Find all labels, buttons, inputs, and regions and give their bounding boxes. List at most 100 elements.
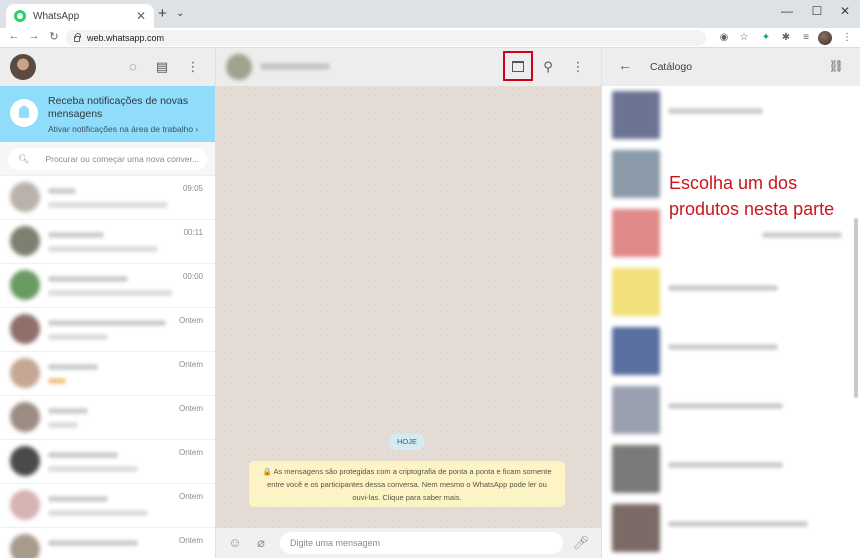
chat-list-item[interactable]: Ontem: [0, 308, 215, 352]
catalog-button[interactable]: [503, 51, 533, 81]
chat-time: Ontem: [178, 448, 203, 457]
bell-off-icon: [10, 99, 38, 127]
contact-name[interactable]: [260, 63, 330, 70]
avatar: [10, 270, 40, 300]
tab-whatsapp[interactable]: WhatsApp ✕: [6, 4, 154, 28]
catalog-item[interactable]: [602, 86, 860, 145]
chat-time: 00:11: [183, 228, 203, 237]
avatar: [10, 182, 40, 212]
menu-icon[interactable]: ⋮: [184, 58, 202, 76]
profile-avatar[interactable]: [818, 31, 832, 45]
product-thumbnail: [612, 268, 660, 316]
chat-list-item[interactable]: Ontem: [0, 352, 215, 396]
encryption-notice[interactable]: 🔒 As mensagens são protegidas com a crip…: [249, 461, 565, 507]
back-arrow-icon[interactable]: ←: [618, 57, 632, 73]
date-chip: HOJE: [390, 434, 424, 450]
back-icon[interactable]: ←: [6, 30, 22, 42]
maximize-icon[interactable]: ☐: [802, 4, 832, 18]
product-thumbnail: [612, 445, 660, 493]
conversation-pane: ⚲ ⋮ HOJE 🔒 As mensagens são protegidas c…: [216, 48, 601, 558]
browser-toolbar: ← → ↻ web.whatsapp.com ◉ ☆ ✦ ✱ ≡ ⋮: [0, 28, 860, 48]
microphone-icon[interactable]: 🎤︎: [572, 534, 590, 552]
storefront-icon: [512, 61, 524, 72]
notification-title: Receba notificações de novas mensagens: [48, 95, 189, 120]
chat-list-item[interactable]: Ontem: [0, 528, 215, 558]
chat-list-item[interactable]: Ontem: [0, 440, 215, 484]
menu-icon[interactable]: ⋮: [569, 58, 587, 76]
chevron-down-icon[interactable]: ⌄: [176, 8, 184, 19]
chat-list-item[interactable]: Ontem: [0, 396, 215, 440]
compose-bar: ☺ ⌀ Digite uma mensagem 🎤︎: [216, 528, 601, 558]
avatar: [10, 534, 40, 558]
link-icon[interactable]: ⛓: [829, 59, 844, 73]
callout-line-1: Escolha um dos: [669, 173, 798, 193]
lock-icon: [74, 33, 81, 42]
avatar[interactable]: [10, 54, 36, 80]
chat-list-pane: ◌ ▤ ⋮ Receba notificações de novas mensa…: [0, 48, 216, 558]
address-bar[interactable]: web.whatsapp.com: [66, 30, 706, 46]
conversation-header: ⚲ ⋮: [216, 48, 601, 86]
chat-list-item[interactable]: 00:00: [0, 264, 215, 308]
close-window-icon[interactable]: ✕: [830, 4, 860, 18]
extension-icon[interactable]: ◉: [717, 31, 731, 45]
tab-strip: WhatsApp ✕ + ⌄ — ☐ ✕: [0, 0, 860, 28]
chat-time: Ontem: [178, 536, 203, 545]
chat-list-item[interactable]: 00:11: [0, 220, 215, 264]
product-thumbnail: [612, 386, 660, 434]
reload-icon[interactable]: ↻: [46, 30, 62, 43]
catalog-item[interactable]: [602, 381, 860, 440]
avatar: [10, 226, 40, 256]
forward-icon[interactable]: →: [26, 30, 42, 42]
avatar[interactable]: [226, 54, 252, 80]
catalog-item[interactable]: [602, 322, 860, 381]
product-thumbnail: [612, 91, 660, 139]
close-tab-icon[interactable]: ✕: [136, 10, 146, 22]
product-thumbnail: [612, 150, 660, 198]
annotation-callout: Escolha um dos produtos nesta parte: [669, 170, 834, 222]
catalog-title: Catálogo: [650, 61, 693, 73]
chat-time: Ontem: [178, 360, 203, 369]
status-icon[interactable]: ◌: [124, 58, 142, 76]
avatar: [10, 358, 40, 388]
product-thumbnail: [612, 504, 660, 552]
extension-green-icon[interactable]: ✦: [759, 31, 773, 45]
new-tab-icon[interactable]: +: [158, 6, 167, 21]
notification-banner[interactable]: Receba notificações de novas mensagens A…: [0, 86, 215, 142]
catalog-header: ← Catálogo ⛓: [602, 48, 860, 86]
attach-icon[interactable]: ⌀: [252, 534, 270, 552]
reading-list-icon[interactable]: ≡: [799, 31, 813, 45]
search-input[interactable]: 🔍︎ Procurar ou começar uma nova conver..…: [8, 148, 207, 170]
scrollbar[interactable]: [854, 218, 858, 398]
search-placeholder: Procurar ou começar uma nova conver...: [45, 154, 199, 164]
avatar: [10, 402, 40, 432]
message-area: HOJE 🔒 As mensagens são protegidas com a…: [216, 86, 601, 528]
catalog-pane: ← Catálogo ⛓ Escolha um dos produtos nes…: [601, 48, 860, 558]
catalog-item[interactable]: [602, 263, 860, 322]
chat-list-item[interactable]: Ontem: [0, 484, 215, 528]
chat-time: 09:05: [182, 184, 203, 193]
whatsapp-favicon-icon: [14, 10, 26, 22]
enable-notifications-link[interactable]: Ativar notificações na área de trabalho …: [48, 124, 198, 134]
avatar: [10, 314, 40, 344]
browser-window: WhatsApp ✕ + ⌄ — ☐ ✕ ← → ↻ web.whatsapp.…: [0, 0, 860, 558]
search-icon[interactable]: ⚲: [539, 58, 557, 76]
catalog-item[interactable]: [602, 499, 860, 558]
message-input[interactable]: Digite uma mensagem: [280, 532, 563, 554]
product-thumbnail: [612, 209, 660, 257]
chat-time: Ontem: [178, 492, 203, 501]
avatar: [10, 490, 40, 520]
catalog-item[interactable]: [602, 440, 860, 499]
minimize-icon[interactable]: —: [772, 4, 802, 18]
callout-line-2: produtos nesta parte: [669, 199, 835, 219]
chat-time: Ontem: [178, 316, 203, 325]
left-header: ◌ ▤ ⋮: [0, 48, 215, 86]
bookmark-star-icon[interactable]: ☆: [737, 31, 751, 45]
catalog-list: [602, 86, 860, 558]
new-chat-icon[interactable]: ▤: [153, 58, 171, 76]
chat-list-item[interactable]: 09:05: [0, 176, 215, 220]
search-bar: 🔍︎ Procurar ou começar uma nova conver..…: [0, 142, 215, 176]
extensions-puzzle-icon[interactable]: ✱: [779, 31, 793, 45]
browser-menu-icon[interactable]: ⋮: [840, 31, 854, 45]
emoji-icon[interactable]: ☺: [226, 534, 244, 552]
url-text: web.whatsapp.com: [87, 33, 165, 43]
